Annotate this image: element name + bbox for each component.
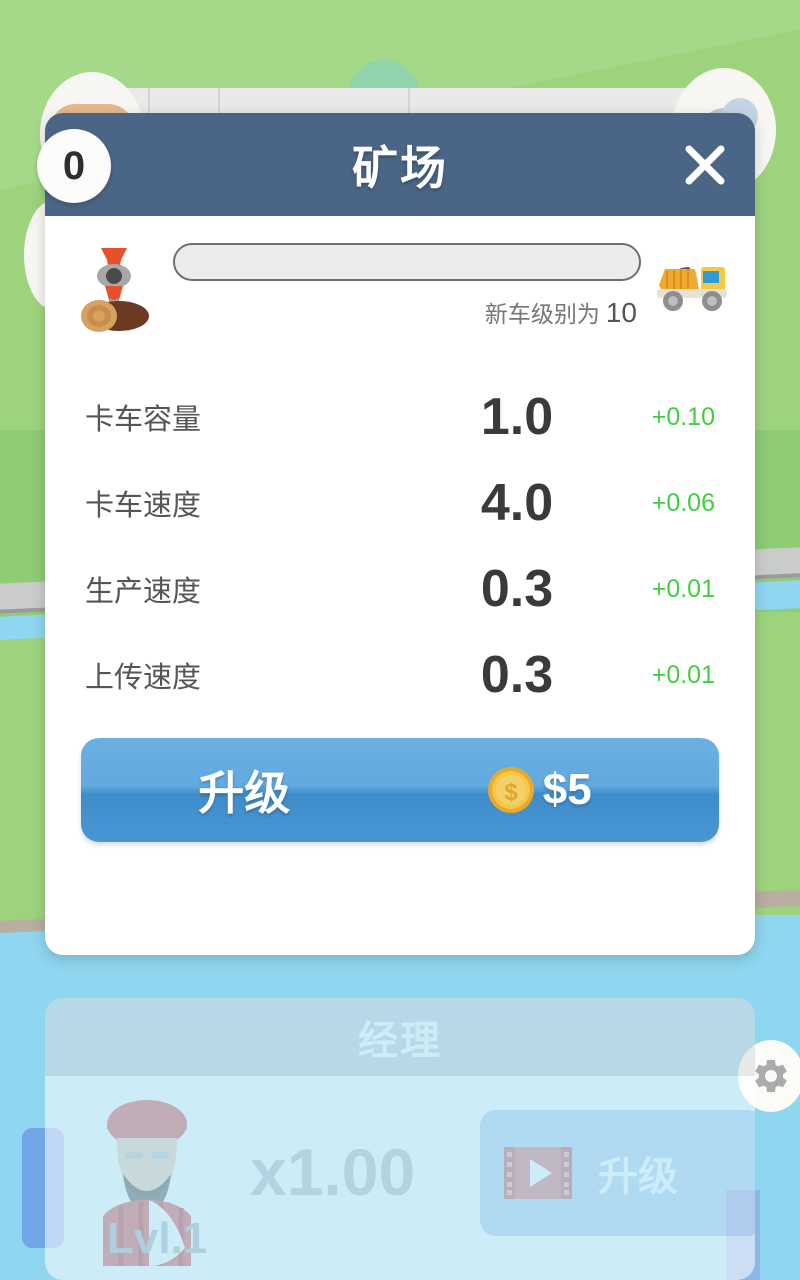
stat-label: 上传速度 — [85, 662, 202, 694]
next-vehicle-caption: 新车级别为 10 — [173, 295, 641, 329]
stat-value: 1.0 — [480, 388, 554, 446]
next-vehicle-level: 10 — [605, 297, 637, 328]
table-row: 生产速度 0.3 +0.01 — [85, 546, 715, 632]
video-ad-icon — [504, 1147, 572, 1199]
stat-delta: +0.06 — [651, 488, 715, 517]
stat-delta: +0.01 — [651, 660, 715, 689]
stat-value: 0.3 — [480, 646, 554, 704]
stat-label: 卡车容量 — [85, 404, 202, 436]
stat-delta: +0.01 — [651, 574, 715, 603]
close-button[interactable] — [677, 137, 733, 193]
manager-multiplier-label: x1.00 — [250, 1135, 416, 1209]
manager-panel-body: Lvl.1 x1.00 升级 — [45, 1076, 755, 1280]
resource-count-badge: 0 — [37, 129, 111, 203]
level-progress-container: 新车级别为 10 — [173, 243, 641, 329]
stat-value: 4.0 — [480, 474, 554, 532]
table-row: 卡车容量 1.0 +0.10 — [85, 374, 715, 460]
stat-value: 0.3 — [480, 560, 554, 618]
manager-upgrade-button[interactable]: 升级 — [480, 1110, 755, 1236]
table-row: 上传速度 0.3 +0.01 — [85, 632, 715, 718]
gear-icon — [755, 1059, 787, 1093]
log-grabber-icon — [81, 248, 149, 332]
dialog-title: 矿场 — [352, 141, 448, 194]
next-vehicle-text: 新车级别为 — [484, 301, 600, 327]
upgrade-price-group: $ $5 — [485, 764, 592, 816]
coin-icon: $ — [487, 767, 534, 813]
stat-label: 卡车速度 — [85, 490, 202, 522]
level-progress-bar — [173, 243, 641, 281]
dialog-header: 0 矿场 — [37, 113, 755, 216]
stats-list: 卡车容量 1.0 +0.10 卡车速度 4.0 +0.06 生产速度 0.3 +… — [45, 332, 755, 718]
svg-text:$: $ — [504, 779, 518, 806]
table-row: 卡车速度 4.0 +0.06 — [85, 460, 715, 546]
manager-panel-header: 经理 — [45, 998, 755, 1076]
mine-upgrade-dialog: 0 矿场 新车级别为 10 卡车容量 1.0 +0.10 卡车速度 4.0 +0… — [37, 113, 755, 955]
upgrade-button-label: 升级 — [198, 767, 291, 819]
upgrade-button[interactable]: 升级 $ $5 — [81, 738, 719, 842]
manager-panel-title: 经理 — [358, 1019, 442, 1063]
level-progress-row: 新车级别为 10 — [45, 216, 755, 332]
manager-upgrade-label: 升级 — [598, 1155, 678, 1199]
close-icon — [685, 145, 725, 184]
stat-label: 生产速度 — [85, 576, 202, 608]
manager-panel: 经理 Lvl.1 x1.00 升级 — [45, 998, 755, 1280]
dump-truck-icon — [657, 267, 727, 311]
stat-delta: +0.10 — [651, 402, 715, 431]
manager-level-label: Lvl.1 — [107, 1214, 208, 1263]
upgrade-price: $5 — [542, 765, 592, 814]
